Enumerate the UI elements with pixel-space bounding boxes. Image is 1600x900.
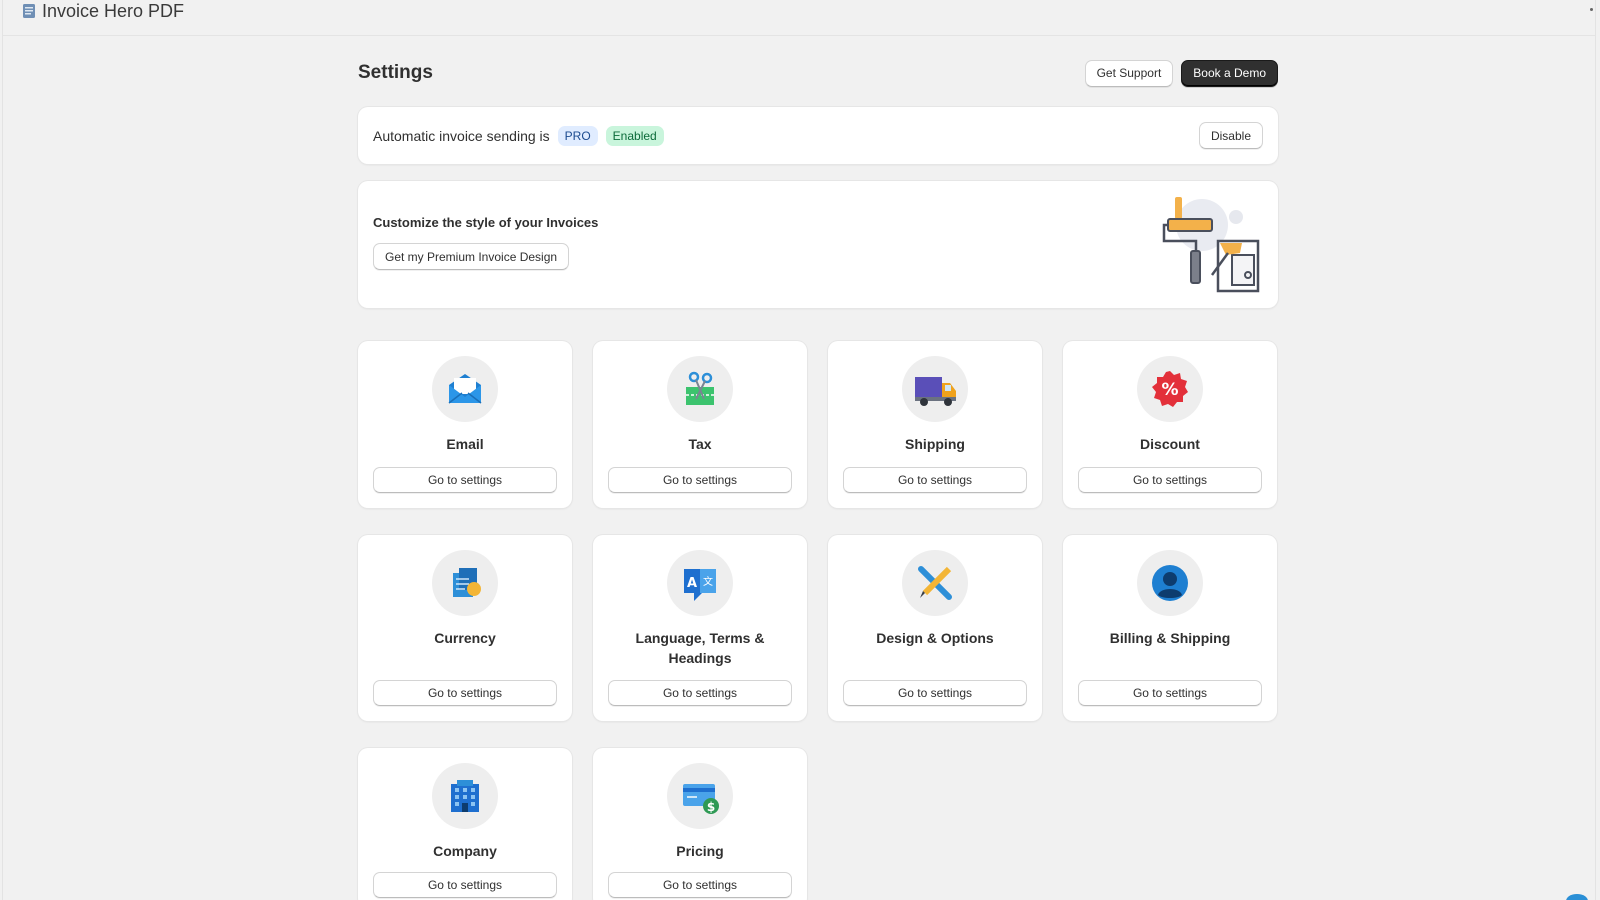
book-demo-button[interactable]: Book a Demo xyxy=(1181,59,1278,87)
pro-badge: PRO xyxy=(557,125,598,146)
user-icon xyxy=(1137,550,1203,616)
shipping-settings-button[interactable]: Go to settings xyxy=(843,467,1027,493)
design-tools-icon xyxy=(902,550,968,616)
scissors-icon xyxy=(667,356,733,422)
building-icon xyxy=(432,763,498,829)
svg-text:$: $ xyxy=(707,800,715,814)
company-settings-button[interactable]: Go to settings xyxy=(373,872,557,898)
pricing-settings-button[interactable]: Go to settings xyxy=(608,872,792,898)
disable-button[interactable]: Disable xyxy=(1198,122,1263,149)
tile-label: Discount xyxy=(1140,436,1200,452)
tile-label: Tax xyxy=(688,436,712,452)
svg-text:A: A xyxy=(687,576,697,591)
translate-icon: A 文 xyxy=(667,550,733,616)
tile-label: Currency xyxy=(434,630,496,646)
invoice-app-icon xyxy=(23,4,35,18)
auto-sending-status: Automatic invoice sending is PRO Enabled xyxy=(373,125,664,146)
currency-icon xyxy=(432,550,498,616)
percent-icon: % xyxy=(1137,356,1203,422)
tile-discount: % Discount Go to settings xyxy=(1063,341,1277,508)
tile-design: Design & Options Go to settings xyxy=(828,535,1042,721)
discount-settings-button[interactable]: Go to settings xyxy=(1078,467,1262,493)
tile-label: Email xyxy=(446,436,484,452)
auto-sending-text: Automatic invoice sending is xyxy=(373,127,550,144)
page-title: Settings xyxy=(358,62,433,83)
app-topbar: Invoice Hero PDF xyxy=(3,0,1595,36)
email-icon xyxy=(432,356,498,422)
tile-label: Company xyxy=(433,843,497,859)
email-settings-button[interactable]: Go to settings xyxy=(373,467,557,493)
tile-language: A 文 Language, Terms & Headings Go to set… xyxy=(593,535,807,721)
more-icon[interactable] xyxy=(1590,8,1593,11)
tile-currency: Currency Go to settings xyxy=(358,535,572,721)
tax-settings-button[interactable]: Go to settings xyxy=(608,467,792,493)
auto-sending-card: Automatic invoice sending is PRO Enabled… xyxy=(358,107,1278,164)
app-frame: Invoice Hero PDF Settings Get Support Bo… xyxy=(2,0,1596,900)
billing-settings-button[interactable]: Go to settings xyxy=(1078,680,1262,706)
customize-title: Customize the style of your Invoices xyxy=(373,215,599,230)
page-header: Settings Get Support Book a Demo xyxy=(358,52,1278,94)
tile-label: Design & Options xyxy=(876,630,994,646)
settings-page: Settings Get Support Book a Demo Automat… xyxy=(358,52,1278,900)
tile-pricing: $ Pricing Go to settings xyxy=(593,748,807,900)
truck-icon xyxy=(902,356,968,422)
currency-settings-button[interactable]: Go to settings xyxy=(373,680,557,706)
tile-shipping: Shipping Go to settings xyxy=(828,341,1042,508)
premium-design-button[interactable]: Get my Premium Invoice Design xyxy=(373,243,570,270)
tile-billing: Billing & Shipping Go to settings xyxy=(1063,535,1277,721)
get-support-button[interactable]: Get Support xyxy=(1084,59,1174,87)
paint-roller-illustration xyxy=(1162,197,1260,293)
tile-company: Company Go to settings xyxy=(358,748,572,900)
app-title: Invoice Hero PDF xyxy=(42,1,185,21)
svg-text:%: % xyxy=(1161,380,1178,400)
card-dollar-icon: $ xyxy=(667,763,733,829)
header-actions: Get Support Book a Demo xyxy=(1084,59,1278,87)
language-settings-button[interactable]: Go to settings xyxy=(608,680,792,706)
status-badge: Enabled xyxy=(605,125,664,146)
svg-text:文: 文 xyxy=(703,575,713,588)
tile-label: Language, Terms & Headings xyxy=(635,630,765,666)
tile-email: Email Go to settings xyxy=(358,341,572,508)
tile-label: Shipping xyxy=(905,436,965,452)
settings-grid: Email Go to settings Tax Go to settings xyxy=(358,341,1278,900)
design-settings-button[interactable]: Go to settings xyxy=(843,680,1027,706)
tile-tax: Tax Go to settings xyxy=(593,341,807,508)
customize-style-card: Customize the style of your Invoices Get… xyxy=(358,181,1278,308)
tile-label: Billing & Shipping xyxy=(1109,630,1231,646)
tile-label: Pricing xyxy=(676,843,724,859)
